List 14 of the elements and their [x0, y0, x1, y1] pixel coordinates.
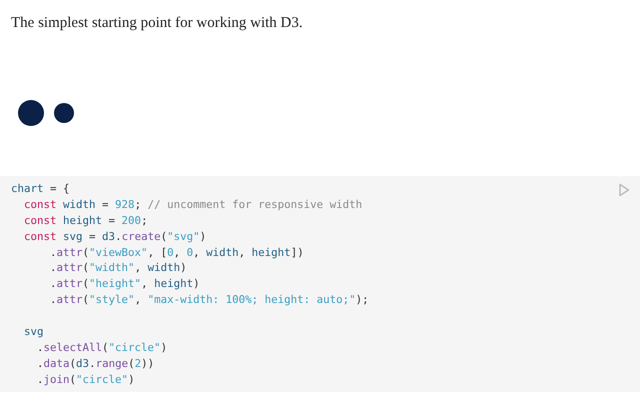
code-line: .selectAll("circle") — [36, 340, 168, 356]
code-line: const width = 928; // uncomment for responsive width — [23, 196, 362, 213]
code-line: .attr("style", "max-width: 100%; height: auto;"); — [49, 292, 369, 308]
code-line: .attr("viewBox", [0, 0, width, height]) — [49, 244, 304, 260]
run-icon[interactable] — [618, 183, 630, 197]
intro-text: The simplest starting point for working with D3. — [10, 14, 304, 33]
code-line: .data(d3.range(2)) — [36, 356, 154, 372]
code-line: const height = 200; — [23, 212, 148, 229]
code-line: .join("circle") — [36, 372, 135, 388]
code-line: chart = { — [11, 181, 70, 197]
code-line: svg — [23, 324, 44, 340]
code-line: const svg = d3.create("svg") — [23, 228, 206, 245]
code-line: .attr("width", width) — [49, 260, 187, 276]
code-line: .attr("height", height) — [49, 276, 200, 292]
